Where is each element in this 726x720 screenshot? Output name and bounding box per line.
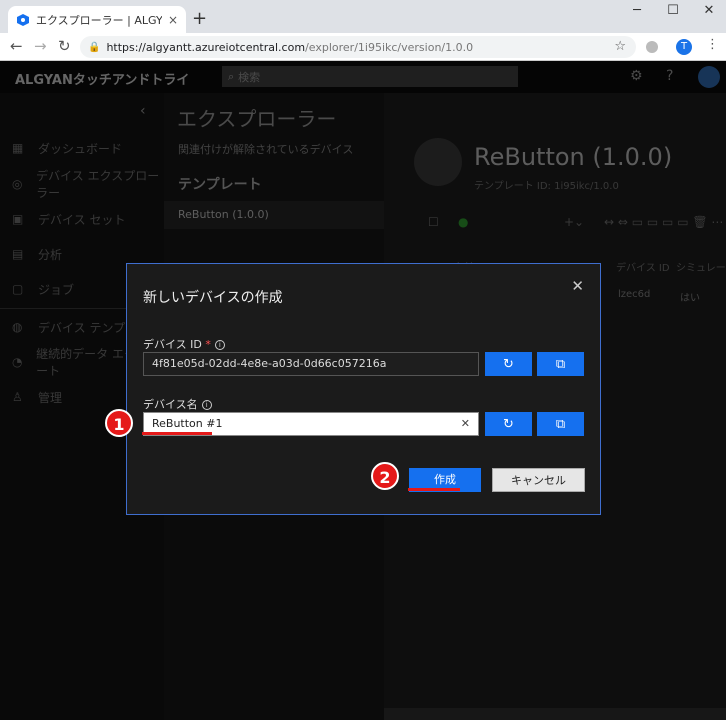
info-icon[interactable]: i bbox=[201, 400, 212, 410]
copy-name-button[interactable]: ⧉ bbox=[537, 412, 584, 436]
back-icon[interactable]: ← bbox=[10, 37, 23, 55]
annotation-underline-1 bbox=[142, 432, 212, 435]
iot-central-favicon-icon bbox=[17, 13, 29, 26]
new-tab-button[interactable]: + bbox=[192, 8, 207, 29]
device-name-value: ReButton #1 bbox=[152, 417, 223, 430]
browser-menu-icon[interactable]: ⋮ bbox=[706, 37, 719, 52]
browser-tab-strip: エクスプローラー | ALGYANタッチアンドト × + ─ ☐ ✕ bbox=[0, 0, 726, 33]
tab-close-icon[interactable]: × bbox=[168, 13, 178, 27]
reload-icon[interactable]: ↻ bbox=[58, 37, 71, 55]
close-window-icon[interactable]: ✕ bbox=[694, 3, 724, 18]
address-bar: ← → ↻ 🔒 https://algyantt.azureiotcentral… bbox=[0, 33, 726, 61]
profile-avatar[interactable]: T bbox=[676, 39, 692, 55]
regenerate-id-button[interactable]: ↻ bbox=[485, 352, 532, 376]
info-icon[interactable]: i bbox=[214, 340, 225, 350]
dialog-title: 新しいデバイスの作成 bbox=[143, 290, 283, 306]
url-host: https://algyantt.azureiotcentral.com bbox=[106, 40, 306, 54]
annotation-underline-2 bbox=[408, 488, 460, 491]
url-path: /explorer/1i95ikc/version/1.0.0 bbox=[305, 40, 474, 54]
refresh-icon: ↻ bbox=[503, 416, 514, 432]
create-device-dialog: 新しいデバイスの作成 ✕ デバイス ID * i 4f81e05d-02dd-4e… bbox=[126, 263, 601, 515]
step-badge-1: 1 bbox=[105, 409, 133, 437]
forward-icon[interactable]: → bbox=[34, 37, 47, 55]
clear-icon[interactable]: ✕ bbox=[461, 413, 470, 435]
device-id-label: デバイス ID * i bbox=[143, 336, 225, 352]
maximize-icon[interactable]: ☐ bbox=[658, 3, 688, 18]
lock-icon: 🔒 bbox=[88, 41, 101, 53]
copy-id-button[interactable]: ⧉ bbox=[537, 352, 584, 376]
required-mark: * bbox=[205, 338, 211, 351]
copy-icon: ⧉ bbox=[555, 416, 566, 432]
minimize-icon[interactable]: ─ bbox=[622, 3, 652, 18]
browser-tab[interactable]: エクスプローラー | ALGYANタッチアンドト × bbox=[8, 6, 186, 33]
close-icon[interactable]: ✕ bbox=[571, 277, 584, 295]
bookmark-star-icon[interactable]: ☆ bbox=[614, 39, 626, 54]
device-id-field[interactable]: 4f81e05d-02dd-4e8e-a03d-0d66c057216a bbox=[143, 352, 479, 376]
url-input[interactable]: 🔒 https://algyantt.azureiotcentral.com/e… bbox=[80, 36, 636, 58]
regenerate-name-button[interactable]: ↻ bbox=[485, 412, 532, 436]
step-badge-2: 2 bbox=[371, 462, 399, 490]
copy-icon: ⧉ bbox=[555, 356, 566, 372]
refresh-icon: ↻ bbox=[503, 356, 514, 372]
cancel-button[interactable]: キャンセル bbox=[492, 468, 585, 492]
device-name-label: デバイス名 i bbox=[143, 396, 212, 412]
tab-title: エクスプローラー | ALGYANタッチアンドト bbox=[36, 13, 162, 27]
extension-icon[interactable] bbox=[646, 41, 658, 53]
